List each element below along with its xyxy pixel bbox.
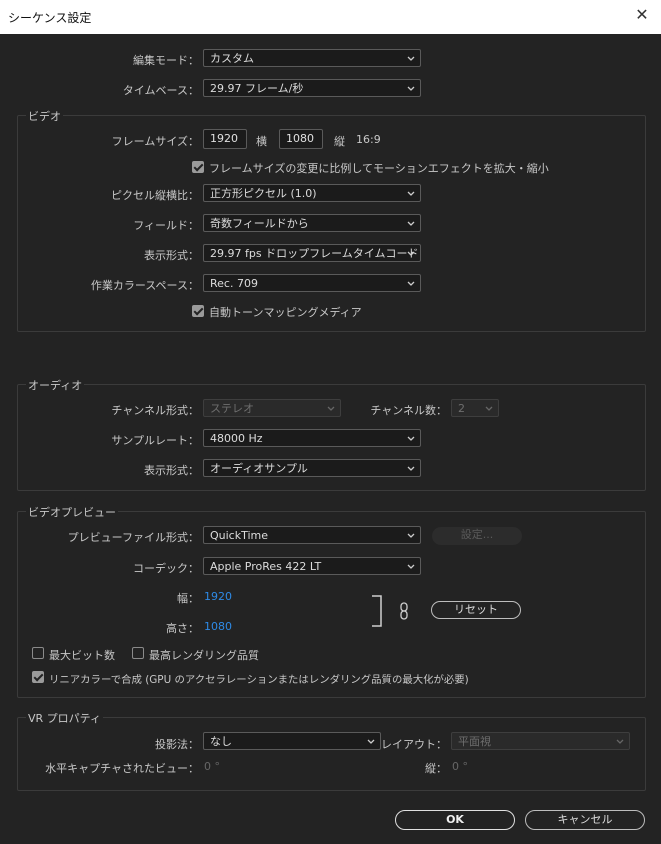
max-render-quality-label: 最高レンダリング品質: [149, 649, 259, 662]
video-legend: ビデオ: [26, 108, 63, 124]
pixel-aspect-label: ピクセル縦横比：: [111, 189, 199, 202]
vr-legend: VR プロパティ: [26, 710, 104, 726]
audio-legend: オーディオ: [26, 377, 85, 393]
preview-settings-button[interactable]: 設定...: [432, 527, 522, 545]
frame-width-unit: 横: [256, 135, 267, 148]
sample-rate-label: サンプルレート：: [111, 434, 199, 447]
chevron-down-icon: [407, 533, 415, 538]
fields-select[interactable]: 奇数フィールドから: [203, 214, 421, 232]
edit-mode-select[interactable]: カスタム: [203, 49, 421, 67]
window-title: シーケンス設定: [8, 11, 92, 25]
chevron-down-icon: [367, 739, 375, 744]
linear-color-checkbox[interactable]: [32, 671, 44, 683]
link-chain-icon[interactable]: [398, 602, 410, 620]
chevron-down-icon: [616, 739, 624, 744]
auto-tonemap-label: 自動トーンマッピングメディア: [209, 306, 362, 319]
chevron-down-icon: [407, 564, 415, 569]
horizontal-view-label: 水平キャプチャされたビュー：: [45, 762, 199, 775]
close-icon[interactable]: ✕: [633, 6, 651, 24]
color-space-label: 作業カラースペース：: [90, 279, 199, 292]
frame-width-input[interactable]: 1920: [203, 129, 247, 149]
title-bar: シーケンス設定 ✕: [0, 0, 661, 34]
chevron-down-icon: [407, 56, 415, 61]
fields-label: フィールド：: [133, 219, 199, 232]
color-space-select[interactable]: Rec. 709: [203, 274, 421, 292]
channel-count-label: チャンネル数：: [370, 404, 447, 417]
scale-motion-label: フレームサイズの変更に比例してモーションエフェクトを拡大・縮小: [209, 162, 549, 175]
audio-display-format-label: 表示形式：: [144, 464, 199, 477]
projection-label: 投影法：: [155, 738, 199, 751]
chevron-down-icon: [327, 406, 335, 411]
auto-tonemap-checkbox[interactable]: [192, 305, 204, 317]
channel-count-select[interactable]: 2: [451, 399, 499, 417]
frame-height-input[interactable]: 1080: [279, 129, 323, 149]
codec-label: コーデック：: [133, 562, 199, 575]
frame-height-unit: 縦: [334, 135, 345, 148]
audio-display-format-value: オーディオサンプル: [210, 462, 308, 475]
sequence-settings-dialog: 編集モード： カスタム タイムベース： 29.97 フレーム/秒 ビデオ フレー…: [0, 34, 661, 844]
edit-mode-label: 編集モード：: [133, 54, 199, 67]
audio-display-format-select[interactable]: オーディオサンプル: [203, 459, 421, 477]
pixel-aspect-select[interactable]: 正方形ピクセル (1.0): [203, 184, 421, 202]
preview-file-format-label: プレビューファイル形式：: [67, 531, 199, 544]
reset-button[interactable]: リセット: [431, 601, 521, 619]
aspect-ratio-text: 16:9: [356, 133, 381, 146]
max-bit-depth-checkbox[interactable]: [32, 647, 44, 659]
channel-format-value: ステレオ: [210, 402, 254, 415]
timebase-value: 29.97 フレーム/秒: [210, 82, 304, 95]
preview-width-label: 幅：: [177, 592, 199, 605]
video-display-format-select[interactable]: 29.97 fps ドロップフレームタイムコード: [203, 244, 421, 262]
video-display-format-value: 29.97 fps ドロップフレームタイムコード: [210, 247, 419, 260]
pixel-aspect-value: 正方形ピクセル (1.0): [210, 187, 317, 200]
chevron-down-icon: [407, 221, 415, 226]
link-bracket: [372, 595, 382, 627]
preview-file-format-select[interactable]: QuickTime: [203, 526, 421, 544]
vr-section: VR プロパティ: [17, 710, 646, 791]
codec-value: Apple ProRes 422 LT: [210, 560, 322, 573]
chevron-down-icon: [407, 436, 415, 441]
vertical-view-value: 0 °: [452, 760, 468, 773]
scale-motion-checkbox[interactable]: [192, 161, 204, 173]
channel-format-label: チャンネル形式：: [111, 404, 199, 417]
sample-rate-value: 48000 Hz: [210, 432, 263, 445]
layout-select[interactable]: 平面視: [451, 732, 630, 750]
color-space-value: Rec. 709: [210, 277, 258, 290]
chevron-down-icon: [407, 251, 415, 256]
ok-button[interactable]: OK: [395, 810, 515, 830]
chevron-down-icon: [407, 466, 415, 471]
preview-height-value[interactable]: 1080: [204, 620, 232, 633]
vertical-view-label: 縦：: [425, 762, 447, 775]
layout-value: 平面視: [458, 735, 491, 748]
channel-count-value: 2: [458, 402, 465, 415]
chevron-down-icon: [407, 86, 415, 91]
timebase-label: タイムベース：: [122, 84, 199, 97]
chevron-down-icon: [407, 281, 415, 286]
frame-size-label: フレームサイズ：: [111, 135, 199, 148]
layout-label: レイアウト：: [381, 738, 447, 751]
chevron-down-icon: [485, 406, 493, 411]
edit-mode-value: カスタム: [210, 52, 254, 65]
projection-value: なし: [210, 735, 232, 748]
horizontal-view-value: 0 °: [204, 760, 220, 773]
timebase-select[interactable]: 29.97 フレーム/秒: [203, 79, 421, 97]
codec-select[interactable]: Apple ProRes 422 LT: [203, 557, 421, 575]
sample-rate-select[interactable]: 48000 Hz: [203, 429, 421, 447]
preview-width-value[interactable]: 1920: [204, 590, 232, 603]
preview-file-format-value: QuickTime: [210, 529, 269, 542]
max-bit-depth-label: 最大ビット数: [49, 649, 115, 662]
max-render-quality-checkbox[interactable]: [132, 647, 144, 659]
fields-value: 奇数フィールドから: [210, 217, 309, 230]
video-preview-legend: ビデオプレビュー: [26, 504, 118, 520]
channel-format-select[interactable]: ステレオ: [203, 399, 341, 417]
video-display-format-label: 表示形式：: [144, 249, 199, 262]
linear-color-label: リニアカラーで合成 (GPU のアクセラレーションまたはレンダリング品質の最大化…: [49, 674, 469, 686]
cancel-button[interactable]: キャンセル: [525, 810, 645, 830]
chevron-down-icon: [407, 191, 415, 196]
projection-select[interactable]: なし: [203, 732, 381, 750]
preview-height-label: 高さ：: [166, 622, 199, 635]
